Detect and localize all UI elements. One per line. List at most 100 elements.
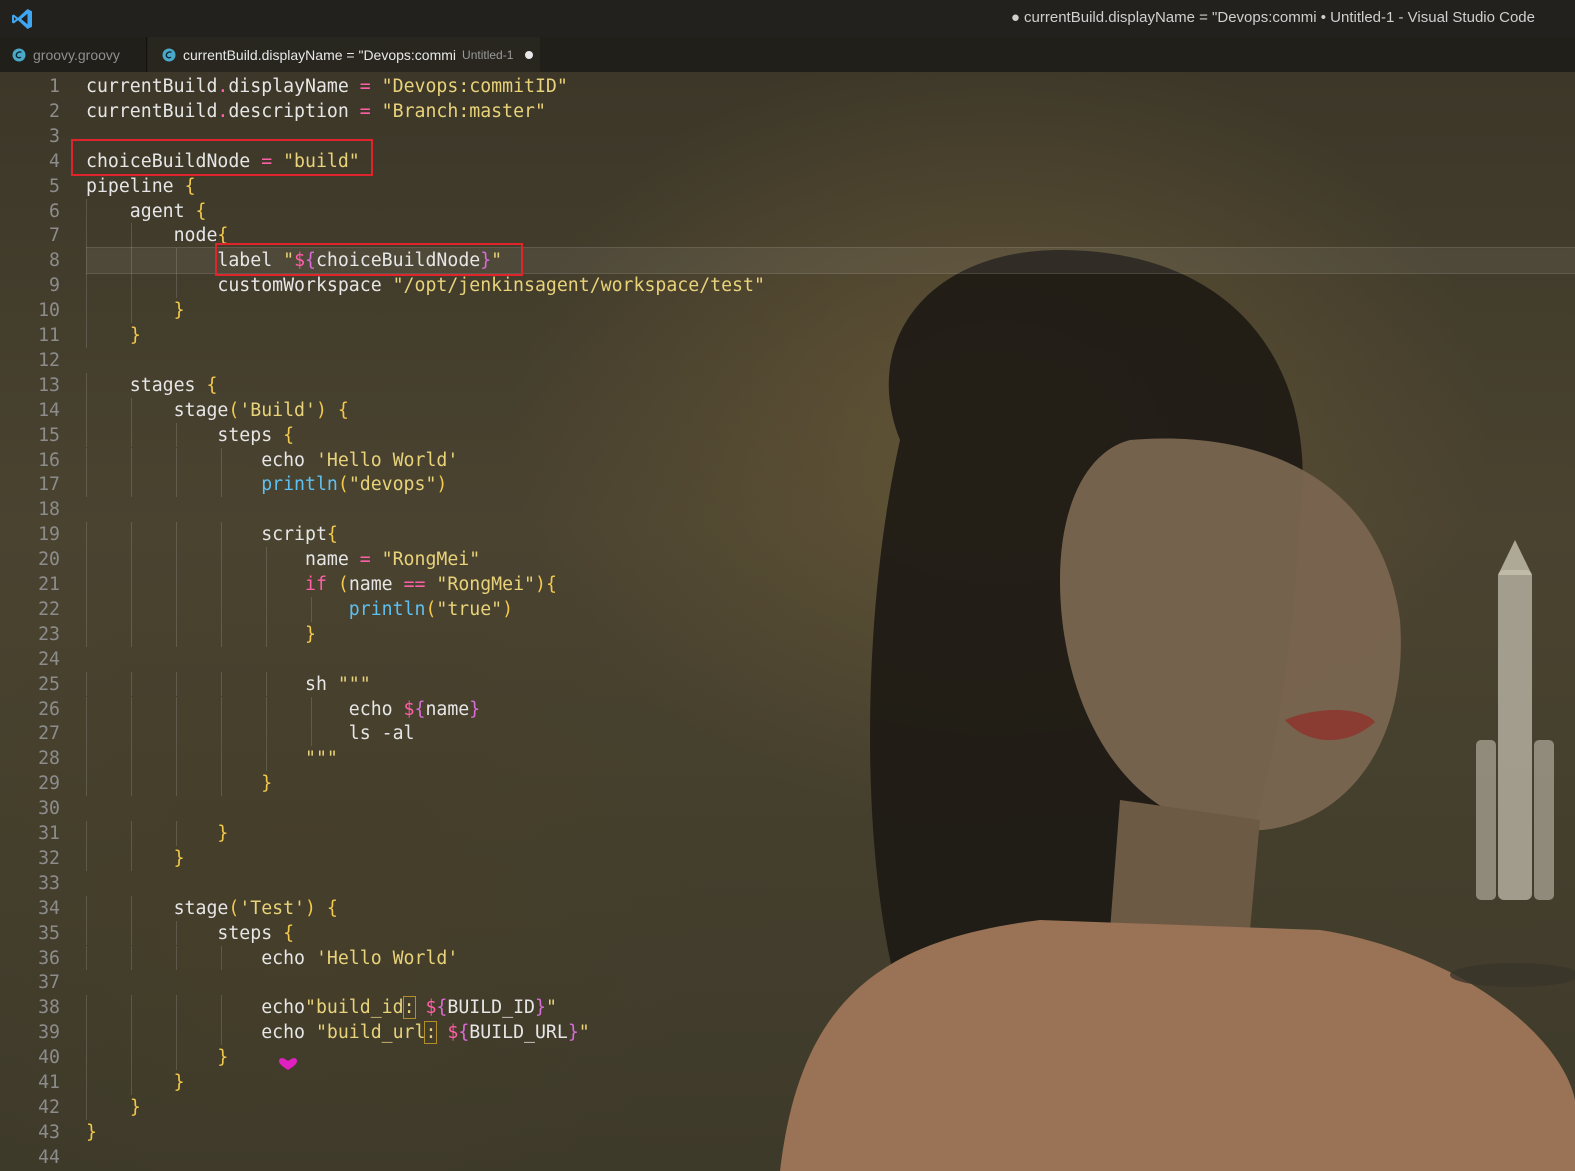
tab-groovy-groovy[interactable]: groovy.groovy: [0, 37, 147, 72]
indent-guide: [265, 696, 267, 722]
code-line[interactable]: 15 steps {: [0, 423, 1575, 448]
indent-guide: [220, 746, 222, 772]
indent-guide: [220, 721, 222, 747]
code-line[interactable]: 29 }: [0, 771, 1575, 796]
indent-guide: [130, 895, 132, 921]
indent-guide: [130, 1045, 132, 1070]
code-line[interactable]: 13 stages {: [0, 373, 1575, 398]
code-line[interactable]: 14 stage('Build') {: [0, 398, 1575, 423]
code-line[interactable]: 44: [0, 1145, 1575, 1170]
indent-guide: [86, 945, 87, 971]
code-line[interactable]: 25 sh """: [0, 672, 1575, 697]
indent-guide: [130, 771, 132, 797]
code-line[interactable]: 37: [0, 970, 1575, 995]
indent-guide: [86, 721, 87, 747]
code-line[interactable]: 31 }: [0, 821, 1575, 846]
code-line[interactable]: 2 currentBuild.description = "Branch:mast…: [0, 99, 1575, 124]
indent-guide: [130, 945, 132, 971]
line-number: 21: [38, 574, 60, 595]
indent-guide: [175, 547, 177, 572]
code-editor[interactable]: 1 currentBuild.displayName = "Devops:comm…: [0, 72, 1575, 1171]
code-line[interactable]: 9 customWorkspace "/opt/jenkinsagent/wor…: [0, 273, 1575, 298]
indent-guide: [86, 995, 87, 1021]
line-number: 24: [38, 648, 60, 670]
vscode-logo-icon[interactable]: [10, 7, 34, 31]
line-number: 19: [38, 524, 60, 546]
indent-guide: [86, 198, 87, 224]
indent-guide: [86, 298, 87, 323]
indent-guide: [220, 522, 222, 548]
code-line[interactable]: 22 println("true"): [0, 597, 1575, 622]
code-text: }: [86, 1121, 97, 1143]
code-line[interactable]: 35 steps {: [0, 921, 1575, 946]
code-line[interactable]: 10 }: [0, 298, 1575, 323]
code-line[interactable]: 18: [0, 497, 1575, 522]
line-number: 35: [38, 922, 60, 944]
indent-guide: [175, 422, 177, 448]
line-number: 17: [38, 474, 60, 496]
code-line[interactable]: 19 script{: [0, 522, 1575, 547]
indent-guide: [86, 621, 87, 647]
code-line[interactable]: 33: [0, 871, 1575, 896]
unsaved-dot-icon[interactable]: [525, 50, 534, 59]
indent-guide: [175, 1045, 177, 1070]
code-line[interactable]: 43}: [0, 1120, 1575, 1145]
indent-guide: [130, 298, 132, 323]
annotation-box-choice-build-node: [71, 139, 373, 176]
code-text: steps {: [86, 424, 295, 446]
line-number: 31: [38, 823, 60, 844]
code-line[interactable]: 12: [0, 348, 1575, 373]
line-number: 5: [49, 175, 60, 197]
indent-guide: [175, 945, 177, 971]
code-text: echo"build_id: ${BUILD_ID}": [86, 996, 557, 1020]
code-line[interactable]: 28 """: [0, 746, 1575, 771]
indent-guide: [86, 522, 87, 548]
code-line[interactable]: 40 }: [0, 1045, 1575, 1070]
indent-guide: [86, 1045, 87, 1070]
code-text: pipeline {: [86, 175, 196, 197]
indent-guide: [86, 771, 87, 797]
code-line[interactable]: 23 }: [0, 622, 1575, 647]
code-line[interactable]: 32 }: [0, 846, 1575, 871]
tab-label: groovy.groovy: [33, 46, 120, 63]
code-line[interactable]: 21 if (name == "RongMei"){: [0, 572, 1575, 597]
code-text: stage('Build') {: [86, 399, 349, 421]
code-text: echo ${name}: [86, 698, 481, 720]
code-text: }: [217, 1047, 229, 1069]
indent-guide: [130, 621, 132, 647]
line-number: 25: [38, 673, 60, 695]
indent-guide: [130, 671, 132, 697]
code-text: }: [173, 1072, 185, 1093]
line-number: 33: [38, 872, 60, 894]
code-text: stage('Test') {: [86, 897, 338, 919]
code-line[interactable]: 34 stage('Test') {: [0, 896, 1575, 921]
tab-description: Untitled-1: [462, 47, 514, 62]
indent-guide: [86, 372, 87, 398]
tab-untitled-1[interactable]: currentBuild.displayName = "Devops:commi…: [148, 37, 540, 72]
code-line[interactable]: 24: [0, 647, 1575, 672]
code-line[interactable]: 1 currentBuild.displayName = "Devops:comm…: [0, 74, 1575, 99]
code-line[interactable]: 39 echo "build_url: ${BUILD_URL}": [0, 1020, 1575, 1045]
code-text: }: [261, 773, 273, 795]
code-line[interactable]: 16 echo 'Hello World': [0, 448, 1575, 473]
indent-guide: [86, 671, 87, 697]
indent-guide: [220, 696, 222, 722]
indent-guide: [86, 895, 87, 921]
code-line[interactable]: 27 ls -al: [0, 721, 1575, 746]
code-text: echo 'Hello World': [86, 449, 459, 471]
code-line[interactable]: 17 println("devops"): [0, 472, 1575, 497]
code-line[interactable]: 26 echo ${name}: [0, 697, 1575, 722]
indent-guide: [220, 771, 222, 797]
indent-guide: [86, 1094, 87, 1120]
indent-guide: [86, 1070, 87, 1095]
indent-guide: [175, 1020, 177, 1046]
code-line[interactable]: 11 }: [0, 323, 1575, 348]
code-line[interactable]: 42 }: [0, 1095, 1575, 1120]
code-line[interactable]: 41 }: [0, 1070, 1575, 1095]
code-line[interactable]: 36 echo 'Hello World': [0, 946, 1575, 971]
code-line[interactable]: 5 pipeline {: [0, 174, 1575, 199]
code-line[interactable]: 30: [0, 796, 1575, 821]
code-line[interactable]: 20 name = "RongMei": [0, 547, 1575, 572]
code-line[interactable]: 6 agent {: [0, 199, 1575, 224]
code-line[interactable]: 38 echo"build_id: ${BUILD_ID}": [0, 995, 1575, 1020]
